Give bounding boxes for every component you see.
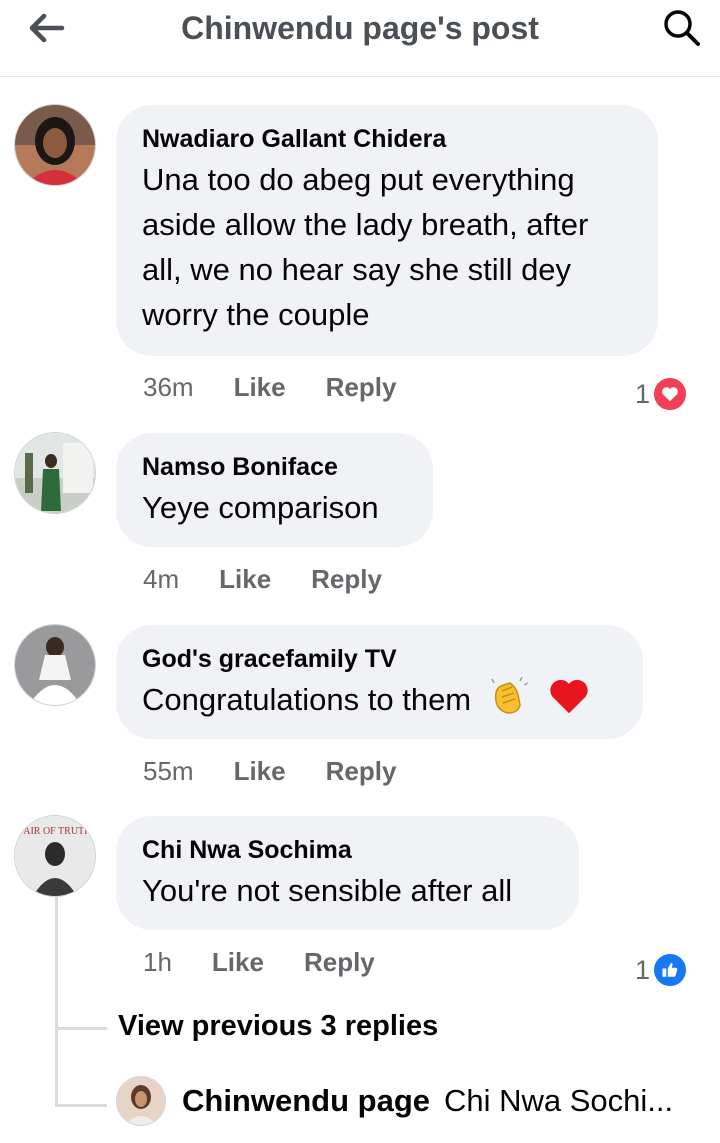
comment-bubble: God's gracefamily TV Congratulations to …	[116, 625, 643, 739]
comment-text: You're not sensible after all	[142, 873, 513, 908]
clapping-hands-emoji	[490, 676, 530, 727]
comment-text-line: worry the couple	[142, 297, 370, 332]
comment-bubble: Nwadiaro Gallant Chidera Una too do abeg…	[116, 105, 658, 356]
comment-time: 4m	[143, 564, 180, 594]
reaction-summary[interactable]: 1	[635, 952, 689, 988]
comment-actions: 36m Like Reply	[143, 372, 436, 403]
view-previous-replies-link[interactable]: View previous 3 replies	[118, 1010, 438, 1043]
avatar[interactable]	[14, 432, 96, 514]
comment-actions: 4m Like Reply	[143, 564, 422, 595]
thread-connector	[55, 1027, 107, 1030]
avatar[interactable]	[14, 104, 96, 186]
comment-text: Una too do abeg put everything aside all…	[142, 157, 630, 337]
top-bar: Chinwendu page's post	[0, 0, 720, 77]
comment-text-line: Una too do abeg put everything	[142, 162, 575, 197]
comment-author[interactable]: Namso Boniface	[142, 451, 405, 483]
comment-text: Congratulations to them	[142, 676, 615, 727]
avatar[interactable]	[116, 1076, 166, 1126]
reply-button[interactable]: Reply	[311, 564, 382, 595]
like-thumb-icon	[652, 952, 689, 988]
love-heart-icon	[652, 376, 689, 412]
comment-time: 55m	[143, 756, 194, 786]
search-button[interactable]	[658, 6, 706, 50]
avatar[interactable]: PAIR OF TRUTH	[14, 815, 96, 897]
reaction-count: 1	[635, 954, 651, 985]
comment-author[interactable]: Chi Nwa Sochima	[142, 834, 551, 866]
comment-author[interactable]: God's gracefamily TV	[142, 643, 615, 675]
reply-author[interactable]: Chinwendu page	[182, 1083, 430, 1119]
reply-preview: Chi Nwa Sochi...	[444, 1083, 674, 1118]
comment-text-line: aside allow the lady breath, after	[142, 207, 589, 242]
red-heart-emoji	[548, 677, 590, 727]
comment-time: 36m	[143, 372, 194, 402]
thread-line	[55, 896, 58, 1107]
comment-text-content: Congratulations to them	[142, 682, 472, 718]
thread-connector	[55, 1104, 107, 1107]
like-button[interactable]: Like	[212, 947, 264, 978]
reply-button[interactable]: Reply	[326, 756, 397, 787]
comment-bubble: Chi Nwa Sochima You're not sensible afte…	[116, 816, 579, 930]
like-button[interactable]: Like	[234, 372, 286, 403]
comment-author[interactable]: Nwadiaro Gallant Chidera	[142, 123, 630, 155]
comment-bubble: Namso Boniface Yeye comparison	[116, 433, 433, 547]
comment-actions: 1h Like Reply	[143, 947, 415, 978]
page-title: Chinwendu page's post	[181, 10, 539, 46]
comment-time: 1h	[143, 947, 172, 977]
reply-button[interactable]: Reply	[326, 372, 397, 403]
like-button[interactable]: Like	[234, 756, 286, 787]
comment-text: Yeye comparison	[142, 490, 379, 525]
search-icon	[664, 10, 700, 46]
comment-text-line: all, we no hear say she still dey	[142, 252, 572, 287]
comment-actions: 55m Like Reply	[143, 756, 436, 787]
latest-reply[interactable]: Chinwendu page Chi Nwa Sochi...	[116, 1076, 673, 1126]
reply-button[interactable]: Reply	[304, 947, 375, 978]
reaction-count: 1	[635, 378, 651, 409]
avatar[interactable]	[14, 624, 96, 706]
avatar-caption: PAIR OF TRUTH	[19, 826, 92, 837]
like-button[interactable]: Like	[219, 564, 271, 595]
reaction-summary[interactable]: 1	[635, 376, 689, 412]
